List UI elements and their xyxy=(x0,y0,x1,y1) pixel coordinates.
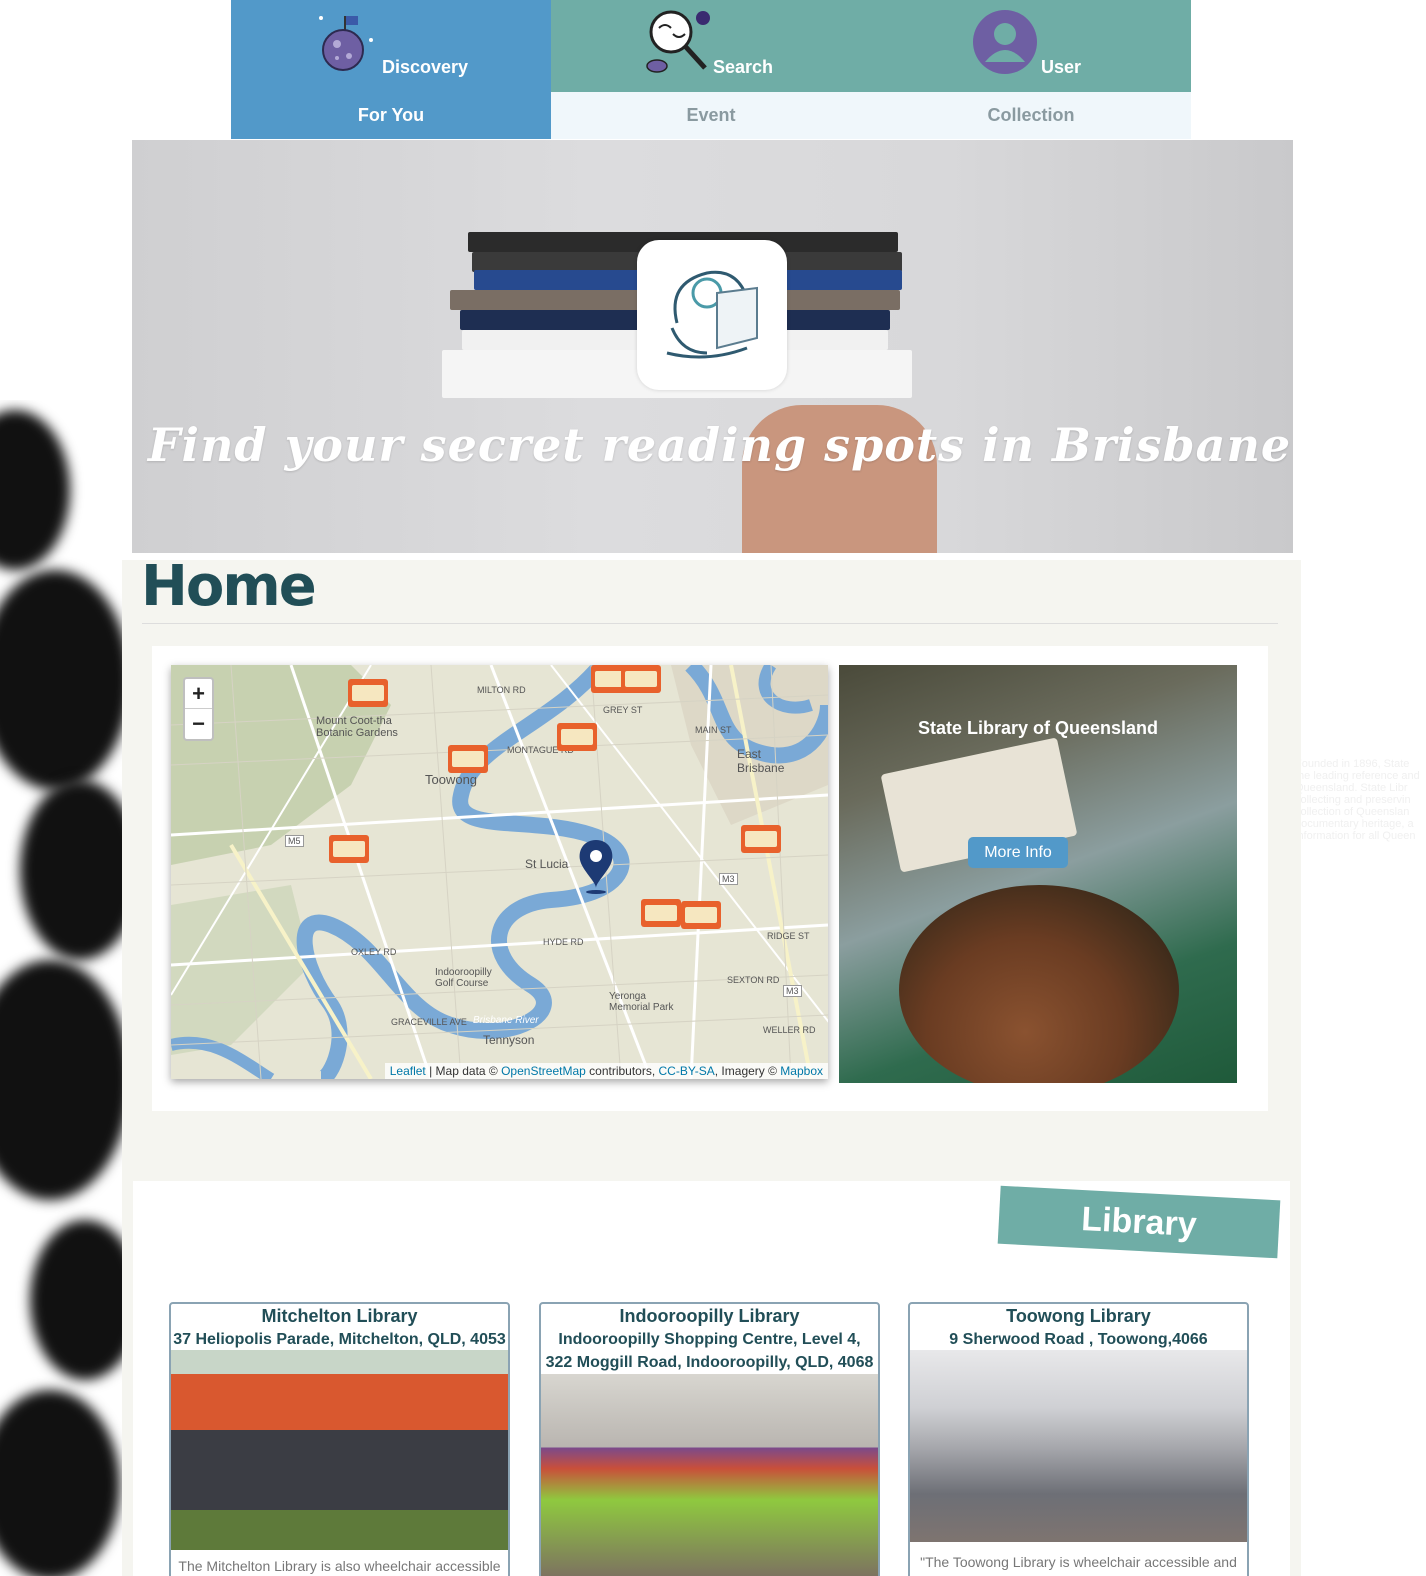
library-marker[interactable] xyxy=(681,901,721,929)
library-address: Indooroopilly Shopping Centre, Level 4, … xyxy=(545,1331,874,1371)
tab-discovery-label: Discovery xyxy=(382,57,469,77)
map-label: St Lucia xyxy=(525,857,569,871)
planet-flag-icon xyxy=(313,10,377,79)
map-label: GRACEVILLE AVE xyxy=(391,1017,467,1027)
mapbox-link[interactable]: Mapbox xyxy=(780,1064,823,1078)
openstreetmap-link[interactable]: OpenStreetMap xyxy=(501,1064,586,1078)
library-marker[interactable] xyxy=(621,665,661,693)
library-card[interactable]: Indooroopilly Library Indooroopilly Shop… xyxy=(539,1302,880,1576)
library-marker[interactable] xyxy=(741,825,781,853)
map-label: Mount Coot-tha Botanic Gardens xyxy=(316,715,398,739)
map-label: M5 xyxy=(285,835,304,847)
hero-title: Find your secret reading spots in Brisba… xyxy=(147,418,1292,472)
page-title: Home xyxy=(141,554,317,619)
library-photo xyxy=(910,1350,1247,1542)
user-icon xyxy=(973,10,1037,79)
map-label: Toowong xyxy=(425,772,478,787)
zoom-control: + − xyxy=(183,677,214,741)
library-photo xyxy=(171,1350,508,1550)
map-label: Tennyson xyxy=(483,1033,535,1047)
library-card[interactable]: Toowong Library 9 Sherwood Road , Toowon… xyxy=(908,1302,1249,1576)
map-label: GREY ST xyxy=(603,705,643,715)
subtab-for-you[interactable]: For You xyxy=(231,92,551,139)
ink-splash-background xyxy=(0,400,135,1576)
top-navigation: Discovery Search User For You Event Coll… xyxy=(231,0,1191,139)
reading-platypus-icon xyxy=(647,253,777,378)
library-section: Library Mitchelton Library 37 Heliopolis… xyxy=(133,1181,1290,1576)
library-marker[interactable] xyxy=(448,745,488,773)
library-section-tag: Library xyxy=(997,1185,1281,1259)
tab-search-label: Search xyxy=(713,57,774,77)
zoom-in-button[interactable]: + xyxy=(185,679,212,709)
map-label: MAIN ST xyxy=(695,725,732,735)
featured-library-title: State Library of Queensland xyxy=(917,718,1159,738)
tab-search[interactable]: Search xyxy=(551,0,871,92)
magnifier-icon xyxy=(643,8,715,81)
library-marker[interactable] xyxy=(557,723,597,751)
library-map[interactable]: Mount Coot-tha Botanic Gardens Toowong S… xyxy=(171,665,828,1079)
tab-user-label: User xyxy=(1041,57,1082,77)
library-marker[interactable] xyxy=(348,679,388,707)
tab-user[interactable]: User xyxy=(871,0,1191,92)
library-address: 9 Sherwood Road , Toowong,4066 xyxy=(949,1331,1208,1348)
map-label: Brisbane River xyxy=(473,1015,539,1026)
map-label: Indooroopilly Golf Course xyxy=(435,967,492,989)
hero-banner: Find your secret reading spots in Brisba… xyxy=(132,140,1293,553)
library-marker[interactable] xyxy=(641,899,681,927)
library-card[interactable]: Mitchelton Library 37 Heliopolis Parade,… xyxy=(169,1302,510,1576)
cc-by-sa-link[interactable]: CC-BY-SA xyxy=(659,1064,715,1078)
map-label: WELLER RD xyxy=(763,1025,816,1035)
divider xyxy=(142,623,1278,624)
library-description: "The Toowong Library is wheelchair acces… xyxy=(920,1554,1237,1570)
leaflet-link[interactable]: Leaflet xyxy=(390,1064,426,1078)
zoom-out-button[interactable]: − xyxy=(185,709,212,739)
feature-image xyxy=(899,885,1179,1083)
map-label: HYDE RD xyxy=(543,937,584,947)
subtab-collection[interactable]: Collection xyxy=(871,92,1191,139)
map-label: Yeronga Memorial Park xyxy=(609,991,674,1013)
map-label: MILTON RD xyxy=(477,685,526,695)
library-marker[interactable] xyxy=(329,835,369,863)
library-name: Toowong Library xyxy=(1006,1306,1151,1326)
map-attribution: Leaflet | Map data © OpenStreetMap contr… xyxy=(384,1063,828,1079)
map-label: SEXTON RD xyxy=(727,975,780,985)
overflow-description-text: Founded in 1896, State the leading refer… xyxy=(1295,758,1420,842)
featured-library-card: State Library of Queensland More Info xyxy=(839,665,1237,1083)
library-photo xyxy=(541,1374,878,1576)
map-label: East Brisbane xyxy=(737,747,785,775)
map-label: M3 xyxy=(783,985,802,997)
more-info-button[interactable]: More Info xyxy=(968,837,1068,868)
map-label: OXLEY RD xyxy=(351,947,397,957)
hero-logo xyxy=(637,240,787,390)
map-card: Mount Coot-tha Botanic Gardens Toowong S… xyxy=(152,646,1268,1111)
library-name: Mitchelton Library xyxy=(261,1306,418,1326)
subtab-event[interactable]: Event xyxy=(551,92,871,139)
library-name: Indooroopilly Library xyxy=(619,1306,800,1326)
library-description: The Mitchelton Library is also wheelchai… xyxy=(178,1558,501,1574)
map-label: M3 xyxy=(719,873,738,885)
map-label: RIDGE ST xyxy=(767,931,810,941)
library-address: 37 Heliopolis Parade, Mitchelton, QLD, 4… xyxy=(173,1331,506,1348)
